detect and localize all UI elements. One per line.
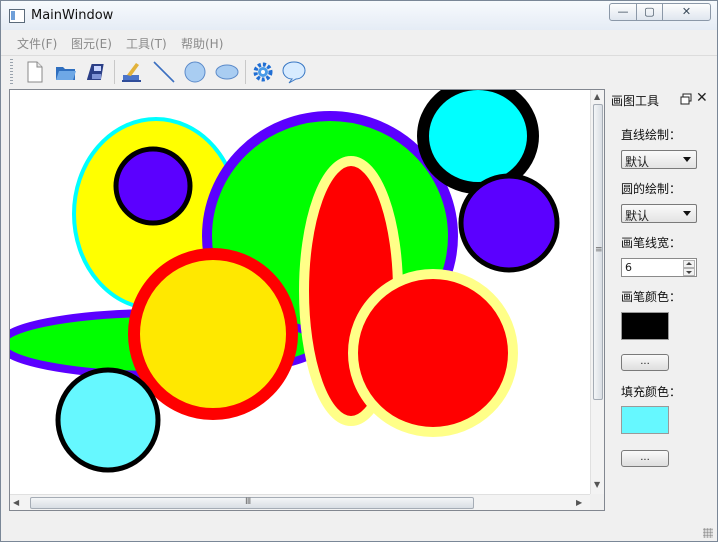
pen-width-value: 6: [625, 261, 632, 274]
open-folder-icon[interactable]: [53, 59, 79, 85]
toolbar-grip[interactable]: [10, 59, 13, 85]
menu-tools[interactable]: 工具(T): [126, 35, 167, 52]
fill-color-button[interactable]: ...: [621, 450, 669, 467]
circle-icon[interactable]: [182, 59, 208, 85]
canvas-circle-5[interactable]: [458, 173, 560, 273]
canvas-circle-7[interactable]: [128, 248, 298, 420]
settings-gear-icon[interactable]: [250, 59, 276, 85]
chevron-down-icon: [683, 157, 691, 162]
scroll-corner: [590, 494, 604, 510]
title-bar[interactable]: MainWindow — ▢ ✕: [1, 1, 717, 30]
pen-color-label: 画笔颜色：: [621, 290, 682, 304]
line-draw-combobox[interactable]: 默认: [621, 150, 697, 169]
app-window-icon: [9, 9, 25, 23]
scroll-up-arrow[interactable]: ▲: [594, 92, 600, 101]
brush-icon[interactable]: [119, 59, 145, 85]
circle-draw-label: 圆的绘制：: [621, 182, 682, 196]
maximize-button[interactable]: ▢: [636, 3, 663, 21]
menu-help[interactable]: 帮助(H): [181, 35, 223, 52]
circle-draw-combobox[interactable]: 默认: [621, 204, 697, 223]
pen-width-label: 画笔线宽：: [621, 236, 682, 250]
canvas-circle-10[interactable]: [55, 367, 161, 473]
drawing-tools-dock: 画图工具 ✕ 直线绘制： 默认 圆的绘制： 默认 画笔线宽： 6 画笔颜色： .…: [606, 89, 714, 509]
spin-down-arrow[interactable]: [683, 268, 695, 276]
pen-color-swatch: [621, 312, 669, 340]
line-draw-label: 直线绘制：: [621, 128, 682, 142]
scroll-left-arrow[interactable]: ◀: [13, 498, 19, 507]
toolbar: [1, 55, 717, 90]
canvas-circle-9[interactable]: [348, 269, 518, 437]
new-file-icon[interactable]: [22, 59, 48, 85]
main-window: MainWindow — ▢ ✕ 文件(F) 图元(E) 工具(T) 帮助(H): [0, 0, 718, 542]
save-disk-icon[interactable]: [84, 59, 110, 85]
ellipse-icon[interactable]: [214, 59, 240, 85]
close-button[interactable]: ✕: [662, 3, 711, 21]
scroll-right-arrow[interactable]: ▶: [576, 498, 582, 507]
status-bar: [1, 513, 717, 541]
pen-width-spinbox[interactable]: 6: [621, 258, 697, 277]
scroll-grip-icon: ≡: [595, 245, 603, 255]
horizontal-scroll-thumb[interactable]: Ⅲ: [30, 497, 474, 509]
circle-draw-value: 默认: [625, 209, 650, 223]
drawing-canvas[interactable]: [10, 90, 590, 494]
menu-file[interactable]: 文件(F): [17, 35, 57, 52]
toolbar-separator: [114, 60, 115, 84]
canvas-circle-4[interactable]: [417, 90, 539, 194]
drawing-canvas-frame: ▲ ≡ ▼ ◀ Ⅲ ▶: [9, 89, 605, 511]
horizontal-scrollbar[interactable]: ◀ Ⅲ ▶: [10, 494, 590, 510]
fill-color-label: 填充颜色：: [621, 385, 682, 399]
line-icon[interactable]: [151, 59, 177, 85]
spin-up-arrow[interactable]: [683, 260, 695, 268]
fill-color-swatch: [621, 406, 669, 434]
dock-float-icon[interactable]: [680, 93, 692, 105]
dock-title: 画图工具: [611, 94, 660, 108]
speech-bubble-icon[interactable]: [281, 59, 307, 85]
minimize-button[interactable]: —: [609, 3, 637, 21]
toolbar-separator: [245, 60, 246, 84]
menu-bar: 文件(F) 图元(E) 工具(T) 帮助(H): [1, 31, 717, 53]
dock-close-icon[interactable]: ✕: [696, 90, 708, 106]
chevron-down-icon: [683, 211, 691, 216]
scroll-grip-icon: Ⅲ: [245, 497, 252, 507]
vertical-scroll-thumb[interactable]: ≡: [593, 104, 603, 400]
canvas-circle-2[interactable]: [113, 146, 193, 226]
menu-element[interactable]: 图元(E): [71, 35, 112, 52]
scroll-down-arrow[interactable]: ▼: [594, 480, 600, 489]
window-title: MainWindow: [31, 8, 114, 23]
pen-color-button[interactable]: ...: [621, 354, 669, 371]
resize-grip[interactable]: [703, 528, 713, 538]
line-draw-value: 默认: [625, 155, 650, 169]
vertical-scrollbar[interactable]: ▲ ≡ ▼: [590, 90, 604, 494]
